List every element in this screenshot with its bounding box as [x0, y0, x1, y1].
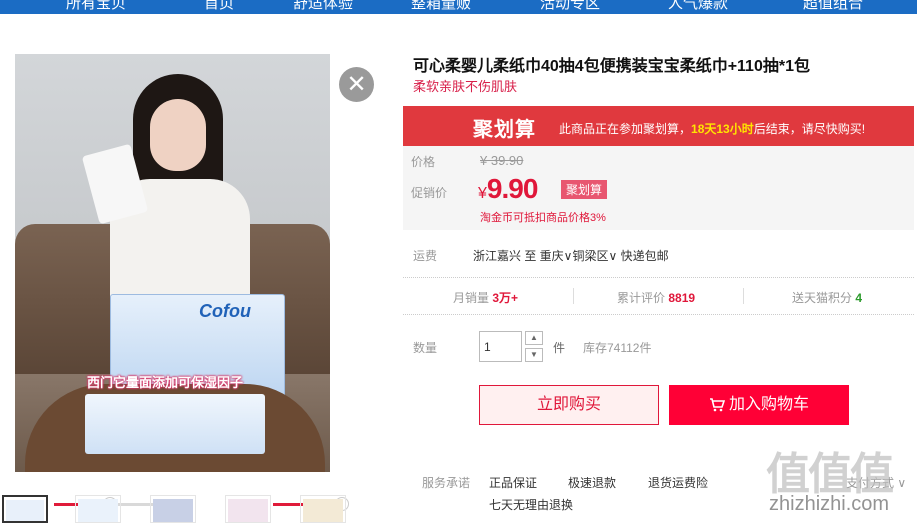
- nav-item-home[interactable]: 首页: [204, 0, 234, 13]
- thumbnail[interactable]: [150, 495, 196, 523]
- quantity-unit: 件: [553, 341, 566, 355]
- promo-price-label: 促销价: [411, 186, 448, 200]
- points-value: 4: [855, 291, 863, 305]
- stock-count: 库存74112件: [583, 341, 652, 355]
- price-panel: 价格 ¥ 39.90 促销价 ¥9.90 聚划算 淘金币可抵扣商品价格3%: [403, 146, 914, 230]
- thumbnail[interactable]: [2, 495, 48, 523]
- juhuasuan-text-before: 此商品正在参加聚划算，: [559, 122, 692, 136]
- video-person-face: [150, 99, 206, 171]
- product-title: 可心柔婴儿柔纸巾40抽4包便携装宝宝柔纸巾+110抽*1包: [413, 58, 810, 75]
- total-reviews[interactable]: 累计评价 8819: [617, 289, 695, 306]
- add-to-cart-label: 加入购物车: [728, 396, 809, 413]
- tmall-points: 送天猫积分 4: [792, 289, 862, 306]
- box-brand: Cofou: [199, 301, 251, 321]
- close-video-button[interactable]: ✕: [339, 67, 374, 102]
- reviews-value: 8819: [668, 291, 696, 305]
- service-label: 服务承诺: [422, 476, 471, 490]
- juhuasuan-logo: 聚划算: [473, 119, 536, 141]
- top-nav: 所有宝贝 首页 舒适体验 整箱量贩 活动专区 人气爆款 超值组合: [0, 0, 917, 14]
- nav-item-comfort[interactable]: 舒适体验: [293, 0, 353, 13]
- shipping-row: 运费 浙江嘉兴 至 重庆∨铜梁区∨ 快递包邮: [413, 247, 913, 267]
- juhuasuan-message: 此商品正在参加聚划算，18天13小时后结束，请尽快购买!: [559, 120, 865, 137]
- quantity-decrease-button[interactable]: ▼: [525, 348, 543, 362]
- thumbnail[interactable]: [75, 495, 121, 523]
- promo-currency: ¥: [478, 185, 487, 202]
- points-label: 送天猫积分: [792, 291, 853, 305]
- add-to-cart-button[interactable]: 加入购物车: [669, 385, 849, 425]
- video-player[interactable]: Cofou 西门它量面添加可保湿因子 00:16 00:33: [0, 54, 383, 511]
- thumbnail[interactable]: [300, 495, 346, 523]
- taojinbi-note[interactable]: 淘金币可抵扣商品价格3%: [480, 209, 606, 225]
- quantity-input[interactable]: 1: [479, 331, 522, 362]
- site-watermark: 值值值 zhizhizhi.com: [766, 438, 916, 523]
- service-item[interactable]: 正品保证: [489, 474, 537, 491]
- monthly-sales: 月销量 3万+: [453, 289, 518, 306]
- sales-value: 3万+: [492, 291, 519, 305]
- nav-item-hot[interactable]: 人气爆款: [668, 0, 728, 13]
- promo-amount: 9.90: [486, 173, 538, 204]
- video-tissue-packs: [85, 394, 265, 454]
- juhuasuan-text-after: 后结束，请尽快购买!: [753, 122, 866, 136]
- shipping-label: 运费: [413, 249, 438, 263]
- thumbnail-strip: [0, 495, 400, 523]
- juhuasuan-price-tag: 聚划算: [561, 180, 608, 199]
- original-price: ¥ 39.90: [480, 153, 524, 168]
- service-item[interactable]: 极速退款: [568, 474, 616, 491]
- sales-label: 月销量: [453, 291, 490, 305]
- divider: [743, 288, 744, 304]
- video-caption: 西门它量面添加可保湿因子: [87, 375, 244, 390]
- product-subtitle: 柔软亲肤不伤肌肤: [413, 79, 518, 94]
- service-item[interactable]: 七天无理由退换: [489, 496, 573, 513]
- reviews-label: 累计评价: [617, 291, 666, 305]
- juhuasuan-banner[interactable]: 聚划算 此商品正在参加聚划算，18天13小时后结束，请尽快购买!: [403, 106, 914, 146]
- nav-item-events[interactable]: 活动专区: [540, 0, 600, 13]
- watermark-url: zhizhizhi.com: [769, 493, 890, 515]
- juhuasuan-countdown: 18天13小时: [691, 122, 754, 136]
- quantity-row: 数量 1 ▲ ▼ 件 库存74112件: [413, 331, 813, 365]
- promo-price: ¥9.90: [478, 173, 538, 205]
- buy-now-button[interactable]: 立即购买: [479, 385, 659, 425]
- stats-row: 月销量 3万+ 累计评价 8819 送天猫积分 4: [403, 277, 914, 315]
- quantity-label: 数量: [413, 341, 438, 355]
- nav-item-bulk[interactable]: 整箱量贩: [411, 0, 471, 13]
- thumbnail[interactable]: [225, 495, 271, 523]
- quantity-increase-button[interactable]: ▲: [525, 331, 543, 345]
- nav-item-all-products[interactable]: 所有宝贝: [66, 0, 126, 13]
- video-frame[interactable]: Cofou 西门它量面添加可保湿因子: [15, 54, 330, 472]
- shipping-destination[interactable]: 浙江嘉兴 至 重庆∨铜梁区∨ 快递包邮: [473, 247, 669, 264]
- divider: [573, 288, 574, 304]
- service-item[interactable]: 退货运费险: [648, 474, 708, 491]
- cart-icon: [709, 397, 725, 412]
- price-label: 价格: [411, 155, 436, 169]
- nav-item-combos[interactable]: 超值组合: [803, 0, 863, 13]
